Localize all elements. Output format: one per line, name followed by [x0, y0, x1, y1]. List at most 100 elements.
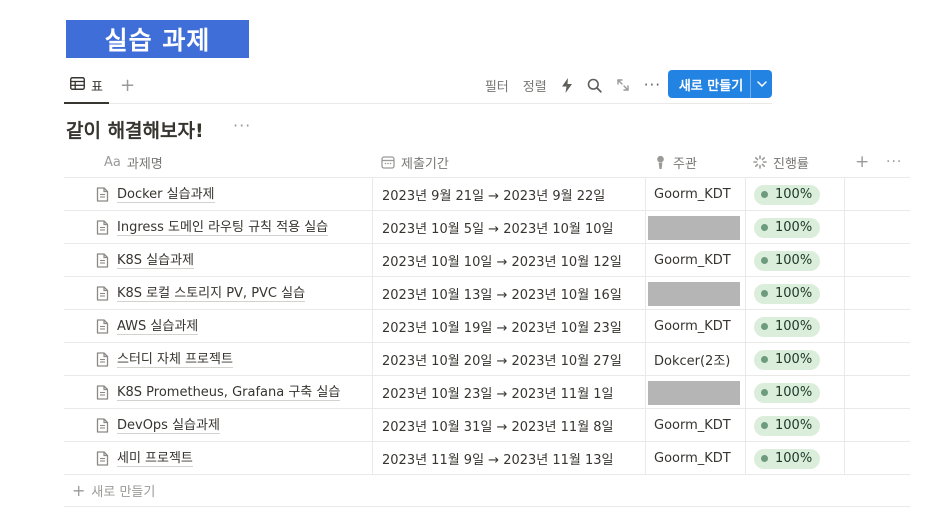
- automation-icon[interactable]: [554, 71, 580, 99]
- task-name[interactable]: K8S 로컬 스토리지 PV, PVC 실습: [117, 286, 306, 302]
- name-cell[interactable]: Docker 실습과제: [64, 178, 372, 211]
- owner-cell[interactable]: Dokcer(2조): [645, 343, 745, 376]
- name-cell[interactable]: K8S Prometheus, Grafana 구축 실습: [64, 376, 372, 409]
- progress-cell[interactable]: 100%: [745, 376, 845, 409]
- owner-cell[interactable]: Goorm_KDT: [645, 178, 745, 211]
- table-row[interactable]: 스터디 자체 프로젝트 2023년 10월 20일 → 2023년 10월 27…: [64, 343, 910, 376]
- status-dot-icon: [761, 455, 768, 462]
- name-cell[interactable]: K8S 실습과제: [64, 244, 372, 277]
- more-options-icon[interactable]: ···: [637, 71, 668, 99]
- table-row[interactable]: K8S Prometheus, Grafana 구축 실습 2023년 10월 …: [64, 376, 910, 409]
- progress-cell[interactable]: 100%: [745, 211, 845, 244]
- date-cell[interactable]: 2023년 10월 13일 → 2023년 10월 16일: [372, 277, 645, 310]
- progress-value: 100%: [775, 385, 813, 400]
- search-icon[interactable]: [580, 71, 609, 99]
- filter-button[interactable]: 필터: [478, 71, 516, 99]
- status-badge: 100%: [754, 316, 821, 337]
- status-dot-icon: [761, 224, 768, 231]
- progress-cell[interactable]: 100%: [745, 343, 845, 376]
- task-name[interactable]: K8S Prometheus, Grafana 구축 실습: [117, 385, 341, 401]
- table-row[interactable]: 세미 프로젝트 2023년 11월 9일 → 2023년 11월 13일 Goo…: [64, 442, 910, 475]
- status-dot-icon: [761, 290, 768, 297]
- new-button[interactable]: 새로 만들기: [668, 70, 772, 98]
- column-header-name[interactable]: Aa 과제명: [104, 146, 163, 178]
- table-row[interactable]: K8S 실습과제 2023년 10월 10일 → 2023년 10월 12일 G…: [64, 244, 910, 277]
- owner-cell[interactable]: [645, 376, 745, 409]
- date-range: 2023년 10월 10일 → 2023년 10월 12일: [382, 255, 622, 270]
- task-name[interactable]: Docker 실습과제: [117, 187, 215, 203]
- column-more-icon[interactable]: ···: [886, 146, 902, 178]
- status-badge: 100%: [754, 382, 821, 403]
- table-header: Aa 과제명 제출기간 주관 진행률 + ···: [64, 146, 910, 178]
- date-range: 2023년 10월 5일 → 2023년 10월 10일: [382, 222, 614, 237]
- date-range: 2023년 10월 13일 → 2023년 10월 16일: [382, 288, 622, 303]
- column-header-owner[interactable]: 주관: [654, 146, 697, 178]
- date-cell[interactable]: 2023년 10월 20일 → 2023년 10월 27일: [372, 343, 645, 376]
- name-cell[interactable]: 스터디 자체 프로젝트: [64, 343, 372, 376]
- owner-cell[interactable]: Goorm_KDT: [645, 244, 745, 277]
- progress-cell[interactable]: 100%: [745, 277, 845, 310]
- name-cell[interactable]: AWS 실습과제: [64, 310, 372, 343]
- status-badge: 100%: [754, 448, 821, 469]
- sort-button[interactable]: 정렬: [516, 71, 554, 99]
- chevron-down-icon[interactable]: [750, 70, 772, 98]
- progress-cell[interactable]: 100%: [745, 244, 845, 277]
- table-row[interactable]: Ingress 도메인 라우팅 규칙 적용 실습 2023년 10월 5일 → …: [64, 211, 910, 244]
- progress-value: 100%: [775, 286, 813, 301]
- owner-cell[interactable]: [645, 211, 745, 244]
- owner-text: Goorm_KDT: [654, 319, 731, 334]
- document-icon: [96, 385, 109, 400]
- column-header-progress[interactable]: 진행률: [753, 146, 809, 178]
- task-name[interactable]: DevOps 실습과제: [117, 418, 220, 434]
- name-cell[interactable]: K8S 로컬 스토리지 PV, PVC 실습: [64, 277, 372, 310]
- table-body: Docker 실습과제 2023년 9월 21일 → 2023년 9월 22일 …: [64, 178, 910, 475]
- status-badge: 100%: [754, 217, 821, 238]
- date-cell[interactable]: 2023년 10월 23일 → 2023년 11월 1일: [372, 376, 645, 409]
- date-cell[interactable]: 2023년 10월 31일 → 2023년 11월 8일: [372, 409, 645, 442]
- add-view-icon[interactable]: +: [120, 74, 135, 98]
- progress-cell[interactable]: 100%: [745, 310, 845, 343]
- column-owner-label: 주관: [673, 156, 697, 172]
- document-icon: [96, 286, 109, 301]
- date-cell[interactable]: 2023년 10월 19일 → 2023년 10월 23일: [372, 310, 645, 343]
- add-property-icon[interactable]: +: [855, 146, 869, 178]
- progress-value: 100%: [775, 352, 813, 367]
- task-name[interactable]: 스터디 자체 프로젝트: [117, 352, 233, 368]
- table-row[interactable]: Docker 실습과제 2023년 9월 21일 → 2023년 9월 22일 …: [64, 178, 910, 211]
- date-cell[interactable]: 2023년 9월 21일 → 2023년 9월 22일: [372, 178, 645, 211]
- task-name[interactable]: AWS 실습과제: [117, 319, 199, 335]
- database-title[interactable]: 같이 해결해보자!: [66, 116, 204, 143]
- page-banner: 실습 과제: [66, 20, 249, 58]
- date-cell[interactable]: 2023년 10월 5일 → 2023년 10월 10일: [372, 211, 645, 244]
- owner-cell[interactable]: Goorm_KDT: [645, 310, 745, 343]
- owner-cell[interactable]: [645, 277, 745, 310]
- progress-cell[interactable]: 100%: [745, 409, 845, 442]
- document-icon: [96, 187, 109, 202]
- name-cell[interactable]: DevOps 실습과제: [64, 409, 372, 442]
- document-icon: [96, 253, 109, 268]
- view-toolbar: 표 + 필터 정렬 ··· 새로 만들기: [64, 68, 772, 104]
- owner-cell[interactable]: Goorm_KDT: [645, 442, 745, 475]
- task-name[interactable]: Ingress 도메인 라우팅 규칙 적용 실습: [117, 220, 329, 236]
- tab-table-view[interactable]: 표: [64, 68, 109, 104]
- table-row[interactable]: AWS 실습과제 2023년 10월 19일 → 2023년 10월 23일 G…: [64, 310, 910, 343]
- progress-cell[interactable]: 100%: [745, 178, 845, 211]
- name-cell[interactable]: Ingress 도메인 라우팅 규칙 적용 실습: [64, 211, 372, 244]
- date-cell[interactable]: 2023년 10월 10일 → 2023년 10월 12일: [372, 244, 645, 277]
- status-dot-icon: [761, 191, 768, 198]
- owner-cell[interactable]: Goorm_KDT: [645, 409, 745, 442]
- database-more-icon[interactable]: ···: [233, 116, 251, 135]
- expand-icon[interactable]: [609, 71, 637, 99]
- progress-cell[interactable]: 100%: [745, 442, 845, 475]
- add-row-button[interactable]: + 새로 만들기: [64, 475, 910, 507]
- table-row[interactable]: K8S 로컬 스토리지 PV, PVC 실습 2023년 10월 13일 → 2…: [64, 277, 910, 310]
- task-name[interactable]: 세미 프로젝트: [117, 451, 193, 467]
- date-cell[interactable]: 2023년 11월 9일 → 2023년 11월 13일: [372, 442, 645, 475]
- progress-value: 100%: [775, 418, 813, 433]
- redacted-owner: [648, 281, 740, 306]
- task-name[interactable]: K8S 실습과제: [117, 253, 195, 269]
- loading-icon: [753, 155, 767, 169]
- name-cell[interactable]: 세미 프로젝트: [64, 442, 372, 475]
- table-row[interactable]: DevOps 실습과제 2023년 10월 31일 → 2023년 11월 8일…: [64, 409, 910, 442]
- column-header-date[interactable]: 제출기간: [381, 146, 449, 178]
